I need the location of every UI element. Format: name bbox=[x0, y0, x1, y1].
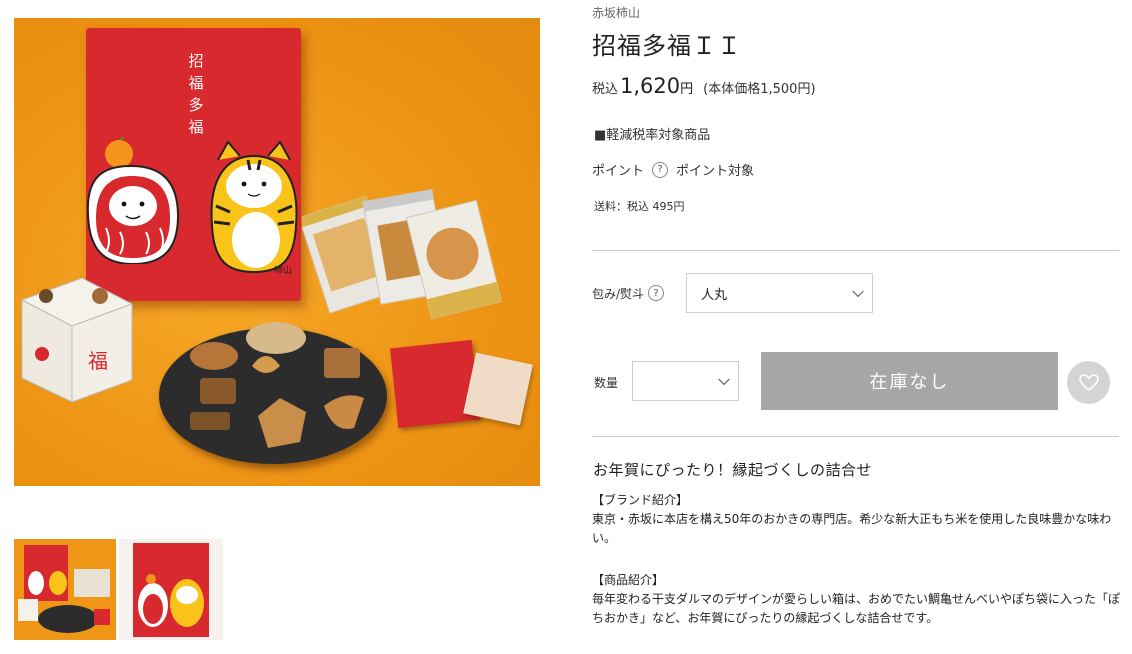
brand-intro-heading: 【ブランド紹介】 bbox=[592, 493, 689, 507]
product-box: 招福多福 柿山 bbox=[86, 28, 301, 301]
heart-icon bbox=[1078, 373, 1099, 391]
point-help-icon[interactable]: ? bbox=[652, 161, 669, 178]
pochi-envelope bbox=[390, 339, 480, 429]
box-brand-logo: 柿山 bbox=[273, 266, 292, 276]
description-heading: お年賀にぴったり！縁起づくしの詰合せ bbox=[593, 461, 873, 479]
sold-out-button[interactable]: 在庫なし bbox=[761, 352, 1058, 410]
product-intro-heading: 【商品紹介】 bbox=[592, 573, 665, 587]
chevron-down-icon bbox=[718, 373, 730, 386]
box-title-text: 招福多福 bbox=[188, 52, 204, 136]
wrapping-help-icon[interactable]: ? bbox=[648, 285, 665, 301]
price-value: 1,620 bbox=[620, 74, 681, 98]
favorite-button[interactable] bbox=[1067, 361, 1110, 404]
price-row: 税込 1,620 円 (本体価格1,500円) bbox=[592, 74, 816, 104]
cracker-packs bbox=[302, 189, 502, 320]
tiger-illustration bbox=[210, 140, 298, 274]
divider-top bbox=[592, 250, 1119, 251]
wrapping-label: 包み/熨斗 bbox=[592, 286, 645, 301]
quantity-select[interactable] bbox=[632, 361, 739, 401]
wrapping-select-value: 人丸 bbox=[701, 287, 728, 303]
daruma-illustration bbox=[86, 136, 180, 264]
product-main-image: 招福多福 柿山 福 bbox=[14, 18, 540, 486]
reduced-tax-note: ■軽減税率対象商品 bbox=[594, 128, 711, 143]
thumbnail-1-image bbox=[18, 545, 110, 633]
cube-mark: 福 bbox=[88, 349, 108, 373]
cube-box: 福 bbox=[20, 277, 134, 403]
assorted-crackers bbox=[190, 322, 364, 448]
product-title: 招福多福ＩＩ bbox=[592, 32, 742, 60]
product-intro-text: 毎年変わる干支ダルマのデザインが愛らしい箱は、おめでたい鯛亀せんべいやぽち袋に入… bbox=[592, 592, 1121, 625]
brand-name: 赤坂柿山 bbox=[592, 6, 641, 20]
divider-bottom bbox=[592, 436, 1119, 437]
shipping-fee: 送料：税込 495円 bbox=[594, 200, 685, 213]
price-tax-prefix: 税込 bbox=[592, 82, 619, 97]
wrapping-option-row: 包み/熨斗 ? 人丸 bbox=[592, 272, 874, 314]
point-label: ポイント bbox=[592, 164, 645, 179]
price-unit: 円 bbox=[680, 82, 694, 97]
thumbnail-2-image bbox=[133, 543, 209, 637]
point-value: ポイント対象 bbox=[676, 164, 755, 179]
quantity-label: 数量 bbox=[594, 376, 619, 390]
price-base-note: (本体価格1,500円) bbox=[703, 82, 816, 97]
wrapping-select[interactable]: 人丸 bbox=[686, 273, 874, 313]
thumbnail-2[interactable] bbox=[119, 539, 223, 640]
thumbnail-1[interactable] bbox=[14, 539, 116, 640]
chevron-down-icon bbox=[852, 285, 864, 298]
brand-intro-text: 東京・赤坂に本店を構え50年のおかきの専門店。希少な新大正もち米を使用した良味豊… bbox=[592, 512, 1112, 545]
point-row: ポイント ? ポイント対象 bbox=[592, 160, 754, 179]
